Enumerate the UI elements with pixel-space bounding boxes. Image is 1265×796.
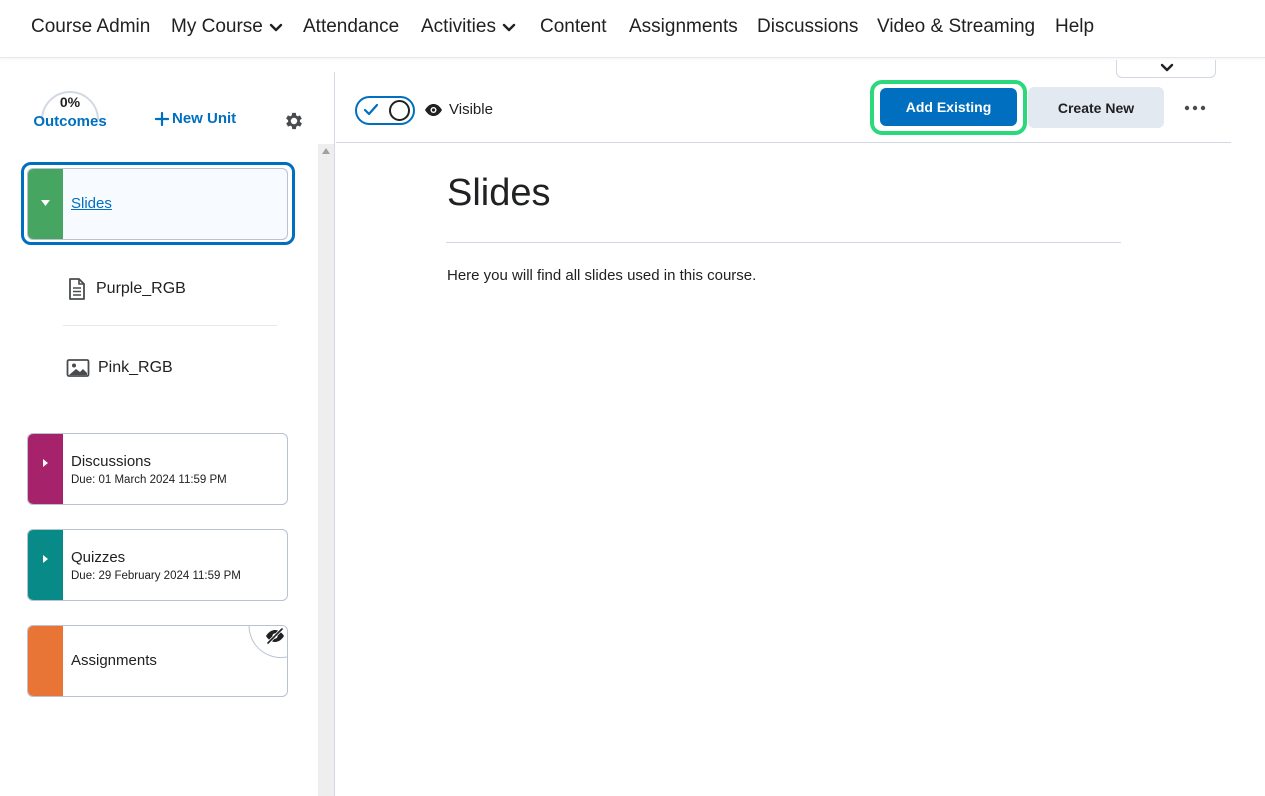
unit-name: Quizzes <box>71 549 126 566</box>
caret-right-icon[interactable] <box>42 458 49 468</box>
outcomes-label: Outcomes <box>33 113 107 130</box>
top-navigation: Course Admin My Course Attendance Activi… <box>0 0 1265 58</box>
nav-label: Discussions <box>757 16 859 37</box>
nav-help[interactable]: Help <box>1055 16 1094 38</box>
nav-label: Attendance <box>303 16 400 37</box>
caret-down-icon[interactable] <box>40 199 51 207</box>
page-title: Slides <box>447 172 551 214</box>
unit-name: Assignments <box>71 652 157 669</box>
topic-purple-rgb[interactable]: Purple_RGB <box>66 277 186 301</box>
unit-card-assignments[interactable]: Assignments <box>27 625 288 697</box>
unit-color-stripe <box>28 434 63 504</box>
nav-discussions[interactable]: Discussions <box>757 16 858 38</box>
eye-icon <box>425 103 442 116</box>
unit-description: Here you will find all slides used in th… <box>447 267 757 284</box>
eye-slash-icon <box>266 628 284 644</box>
chevron-down-icon <box>269 23 283 32</box>
nav-attendance[interactable]: Attendance <box>303 16 399 38</box>
toggle-knob <box>389 100 410 121</box>
document-icon <box>69 278 85 300</box>
nav-my-course[interactable]: My Course <box>171 16 283 38</box>
nav-course-admin[interactable]: Course Admin <box>31 16 150 38</box>
topic-pink-rgb[interactable]: Pink_RGB <box>66 358 173 378</box>
unit-name[interactable]: Slides <box>71 195 112 212</box>
unit-card-slides[interactable]: Slides <box>27 168 288 240</box>
nav-label: Video & Streaming <box>877 16 1036 37</box>
visibility-status: Visible <box>424 101 493 118</box>
gear-icon[interactable] <box>283 110 305 132</box>
scroll-up-arrow-icon[interactable] <box>322 148 330 154</box>
unit-card-quizzes[interactable]: Quizzes Due: 29 February 2024 11:59 PM <box>27 529 288 601</box>
nav-label: Activities <box>421 16 496 37</box>
outcomes-percent: 0% <box>59 94 81 110</box>
nav-label: Content <box>540 16 607 37</box>
nav-video-streaming[interactable]: Video & Streaming <box>877 16 1035 38</box>
nav-label: Assignments <box>629 16 738 37</box>
new-unit-label: New Unit <box>172 110 237 127</box>
topic-divider <box>63 325 277 326</box>
nav-label: Help <box>1055 16 1095 37</box>
collapse-nav-button[interactable] <box>1116 60 1216 78</box>
sidebar-scrollbar[interactable] <box>318 144 335 796</box>
nav-label: Course Admin <box>31 16 151 37</box>
nav-label: My Course <box>171 16 263 37</box>
more-options-icon[interactable] <box>1182 97 1208 119</box>
caret-right-icon[interactable] <box>42 554 49 564</box>
new-unit-button[interactable]: New Unit <box>155 110 236 127</box>
title-divider <box>446 242 1121 243</box>
topic-name: Pink_RGB <box>98 359 173 376</box>
chevron-down-icon <box>502 23 516 32</box>
unit-name: Discussions <box>71 453 152 470</box>
nav-content[interactable]: Content <box>540 16 607 38</box>
unit-color-stripe <box>28 530 63 600</box>
image-icon <box>66 359 90 377</box>
plus-icon <box>155 111 169 126</box>
nav-activities[interactable]: Activities <box>421 16 516 38</box>
panel-divider <box>334 72 335 796</box>
topic-name: Purple_RGB <box>96 280 186 297</box>
nav-assignments[interactable]: Assignments <box>629 16 738 38</box>
add-existing-button[interactable]: Add Existing <box>880 88 1017 126</box>
visibility-label: Visible <box>449 101 493 118</box>
unit-color-stripe <box>28 626 63 696</box>
visibility-toggle[interactable] <box>355 96 415 125</box>
unit-due-date: Due: 29 February 2024 11:59 PM <box>71 570 241 582</box>
create-new-button[interactable]: Create New <box>1028 87 1164 128</box>
toolbar-divider <box>336 142 1231 143</box>
unit-card-discussions[interactable]: Discussions Due: 01 March 2024 11:59 PM <box>27 433 288 505</box>
chevron-down-icon <box>1160 63 1174 72</box>
check-icon <box>363 103 379 116</box>
unit-due-date: Due: 01 March 2024 11:59 PM <box>71 474 227 486</box>
